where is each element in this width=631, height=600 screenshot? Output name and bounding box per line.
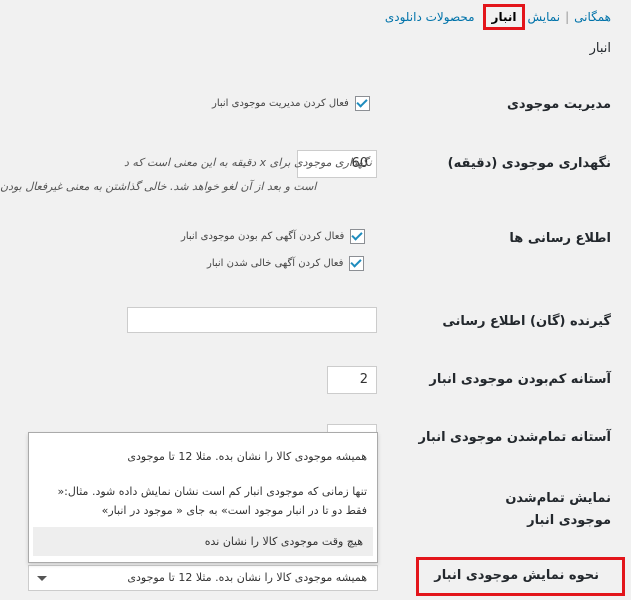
hold-stock-label: نگهداری موجودی (دقیقه) [447,156,611,171]
section-title: انبار [589,41,611,56]
low-stock-threshold-input[interactable]: 2 [327,366,377,394]
hold-stock-description-line1: نگهداری موجودی برای x دقیقه به این معنی … [124,156,372,169]
subnav-inventory-current[interactable]: انبار [482,4,526,30]
notification-recipient-label: گیرنده (گان) اطلاع رسانی [442,314,611,329]
stock-format-dropdown: همیشه موجودی کالا را نشان بده. مثلا 12 ت… [28,432,378,563]
chevron-down-icon[interactable] [37,576,47,581]
low-stock-threshold-label: آستانه کم‌بودن موجودی انبار [429,372,611,387]
stock-format-option-never[interactable]: هیچ وقت موجودی کالا را نشان نده [33,527,373,556]
low-stock-notification-option: فعال کردن آگهی کم بودن موجودی انبار [181,229,366,244]
stock-format-option-low[interactable]: تنها زمانی که موجودی انبار کم است نشان ن… [29,477,377,525]
out-of-stock-threshold-label: آستانه تمام‌شدن موجودی انبار [418,430,611,445]
notification-recipient-input[interactable] [127,307,377,333]
subnav-display-link[interactable]: نمایش [527,10,560,24]
out-of-stock-visibility-label: نمایش تمام‌شدن موجودی انبار [505,491,611,528]
manage-stock-label: مدیریت موجودی [507,97,611,112]
low-stock-notification-label: فعال کردن آگهی کم بودن موجودی انبار [181,231,345,242]
low-stock-notification-checkbox[interactable] [350,229,366,244]
stock-format-select[interactable]: همیشه موجودی کالا را نشان بده. مثلا 12 ت… [28,565,378,591]
out-of-stock-notification-checkbox[interactable] [349,256,365,271]
stock-format-selected-value: همیشه موجودی کالا را نشان بده. مثلا 12 ت… [127,571,367,584]
subnav-separator: | [565,10,570,24]
manage-stock-checkbox-label: فعال کردن مدیریت موجودی انبار [212,98,349,109]
stock-format-option-always[interactable]: همیشه موجودی کالا را نشان بده. مثلا 12 ت… [29,442,377,471]
stock-format-label: نحوه نمایش موجودی انبار [434,568,599,583]
manage-stock-option: فعال کردن مدیریت موجودی انبار [212,96,370,111]
subnav-downloadable-link[interactable]: محصولات دانلودی [385,10,475,24]
notifications-label: اطلاع رسانی ها [509,231,611,246]
out-of-stock-notification-option: فعال کردن آگهی خالی شدن انبار [207,256,365,271]
manage-stock-checkbox[interactable] [354,96,370,111]
out-of-stock-notification-label: فعال کردن آگهی خالی شدن انبار [207,258,344,269]
subnav-all-link[interactable]: همگانی [574,10,611,24]
hold-stock-description-line2: است و بعد از آن لغو خواهد شد. خالی گذاشت… [0,180,317,193]
settings-subnav: همگانی | نمایش انبار محصولات دانلودی [385,4,611,30]
